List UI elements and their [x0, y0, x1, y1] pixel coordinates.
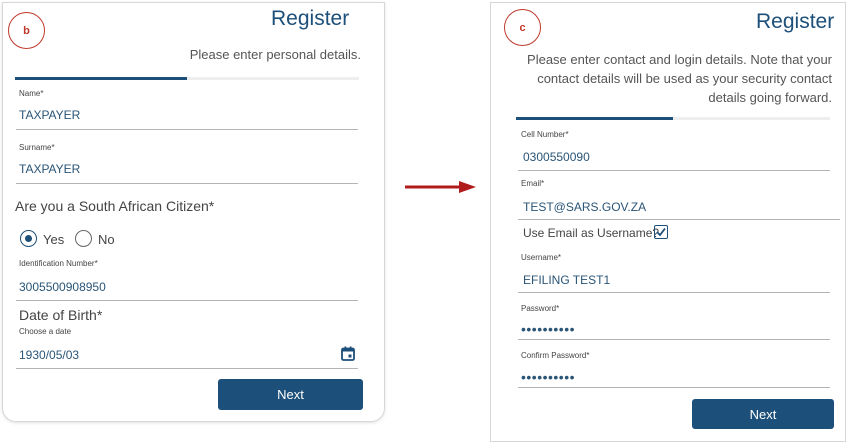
next-button[interactable]: Next [218, 379, 363, 410]
cell-number-label: Cell Number* [521, 130, 569, 139]
yes-radio[interactable] [20, 230, 37, 247]
personal-details-panel: b Register Please enter personal details… [2, 2, 385, 422]
email-label: Email* [521, 179, 545, 188]
confirm-password-input[interactable]: •••••••••• [521, 370, 575, 384]
use-email-checkbox[interactable] [654, 225, 668, 239]
password-input[interactable]: •••••••••• [521, 322, 575, 336]
page-title: Register [271, 7, 350, 30]
id-number-label: Identification Number* [19, 259, 98, 268]
page-title: Register [756, 10, 835, 33]
dob-input[interactable]: 1930/05/03 [19, 348, 79, 362]
name-input[interactable]: TAXPAYER [19, 108, 80, 122]
subtitle-line: details going forward. [708, 90, 832, 105]
password-label: Password* [521, 304, 560, 313]
citizen-question: Are you a South African Citizen* [15, 198, 215, 214]
cell-number-underline [518, 170, 830, 171]
confirm-password-underline [518, 387, 830, 388]
progress-bar-fill [15, 77, 187, 80]
cell-number-input[interactable]: 0300550090 [523, 150, 590, 164]
no-radio[interactable] [75, 230, 92, 247]
step-badge-c: c [504, 9, 541, 46]
next-button[interactable]: Next [692, 399, 834, 429]
username-label: Username* [521, 253, 562, 262]
dob-underline [16, 368, 358, 369]
email-underline [518, 219, 840, 220]
dob-label: Choose a date [19, 327, 72, 336]
surname-underline [16, 183, 358, 184]
progress-bar [15, 77, 359, 80]
page-subtitle: Please enter contact and login details. … [505, 50, 832, 107]
id-number-input[interactable]: 3005500908950 [19, 280, 106, 294]
yes-label[interactable]: Yes [43, 232, 64, 247]
surname-input[interactable]: TAXPAYER [19, 162, 80, 176]
progress-bar [516, 117, 830, 120]
arrow-right-icon [405, 181, 476, 193]
progress-bar-fill [516, 117, 673, 120]
id-number-underline [16, 300, 358, 301]
surname-label: Surname* [19, 143, 55, 152]
contact-login-panel: c Register Please enter contact and logi… [490, 2, 846, 442]
email-input[interactable]: TEST@SARS.GOV.ZA [523, 200, 646, 214]
username-input[interactable]: EFILING TEST1 [523, 273, 610, 287]
username-underline [518, 292, 830, 293]
page-subtitle: Please enter personal details. [189, 47, 361, 62]
subtitle-line: Please enter contact and login details. … [527, 52, 832, 67]
step-badge-b: b [8, 12, 45, 49]
subtitle-line: contact details will be used as your sec… [537, 71, 832, 86]
use-email-label[interactable]: Use Email as Username? [523, 226, 659, 240]
dob-heading: Date of Birth* [19, 307, 103, 323]
no-label[interactable]: No [98, 232, 115, 247]
name-underline [16, 129, 358, 130]
name-label: Name* [19, 89, 44, 98]
checkmark-icon [656, 227, 666, 237]
confirm-password-label: Confirm Password* [521, 351, 590, 360]
calendar-icon[interactable] [341, 346, 355, 366]
password-underline [518, 339, 830, 340]
